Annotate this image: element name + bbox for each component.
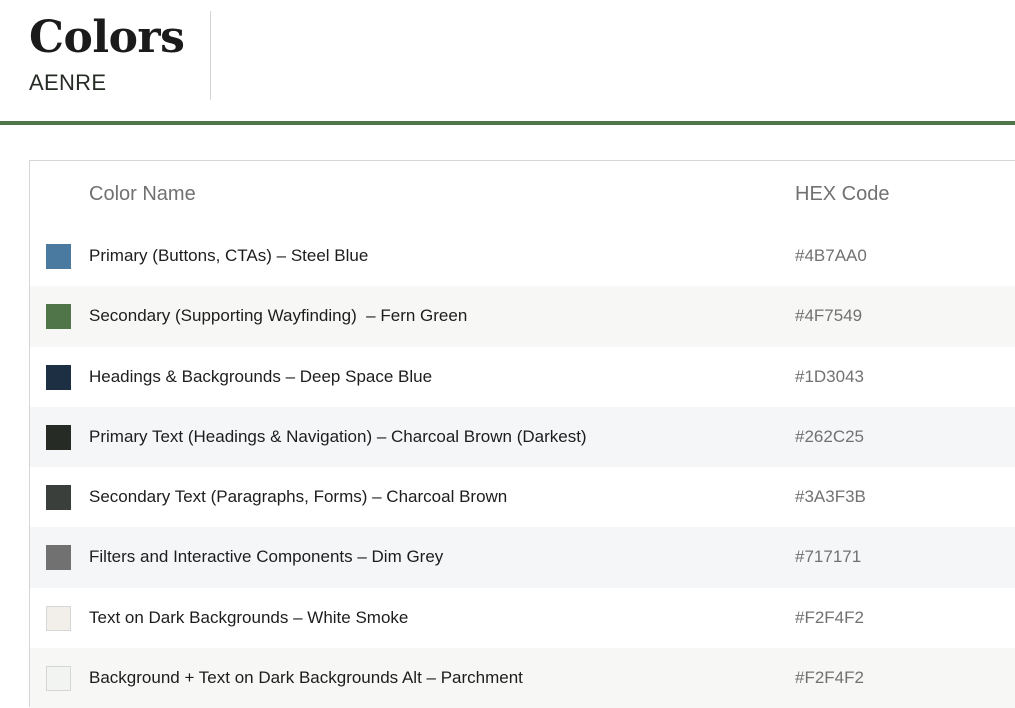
table-row: Headings & Backgrounds – Deep Space Blue… — [30, 347, 1015, 407]
hex-code: #F2F4F2 — [795, 668, 864, 688]
color-name: Background + Text on Dark Backgrounds Al… — [89, 668, 523, 688]
color-swatch — [46, 666, 71, 692]
table-row: Primary (Buttons, CTAs) – Steel Blue #4B… — [30, 226, 1015, 286]
hex-code: #F2F4F2 — [795, 607, 864, 627]
hex-code: #717171 — [795, 547, 862, 567]
hex-code: #4F7549 — [795, 306, 863, 326]
color-swatch — [46, 605, 71, 631]
hex-code: #3A3F3B — [795, 487, 866, 507]
hex-code: #262C25 — [795, 426, 865, 446]
table-row: Secondary Text (Paragraphs, Forms) – Cha… — [30, 467, 1015, 527]
color-name: Primary (Buttons, CTAs) – Steel Blue — [89, 246, 369, 265]
color-name: Primary Text (Headings & Navigation) – C… — [89, 426, 587, 446]
color-swatch — [46, 424, 71, 450]
color-swatch — [46, 244, 71, 269]
hex-code: #1D3043 — [795, 366, 865, 386]
color-name: Headings & Backgrounds – Deep Space Blue — [89, 366, 433, 386]
header-divider — [210, 11, 211, 100]
column-header-hex-code: HEX Code — [795, 183, 890, 205]
color-swatch — [46, 545, 71, 571]
page-header: Colors AENRE — [0, 0, 1015, 121]
table-row: Primary Text (Headings & Navigation) – C… — [30, 406, 1015, 468]
color-name: Text on Dark Backgrounds – White Smoke — [89, 607, 409, 627]
color-name: Secondary Text (Paragraphs, Forms) – Cha… — [89, 487, 508, 507]
table-header: Color Name HEX Code — [30, 161, 1015, 226]
colors-table: Color Name HEX Code Primary (Buttons, CT… — [29, 160, 1015, 708]
color-swatch — [46, 304, 71, 330]
color-swatch — [46, 485, 71, 511]
table-row: Secondary (Supporting Wayfinding) – Fern… — [30, 286, 1015, 347]
table-row: Filters and Interactive Components – Dim… — [30, 527, 1015, 588]
color-name: Secondary (Supporting Wayfinding) – Fern… — [89, 306, 468, 326]
color-name: Filters and Interactive Components – Dim… — [89, 547, 444, 567]
column-header-color-name: Color Name — [89, 183, 196, 205]
accent-rule — [0, 121, 1015, 125]
color-swatch — [46, 364, 71, 390]
page-title: Colors — [29, 12, 185, 63]
table-row: Text on Dark Backgrounds – White Smoke #… — [30, 588, 1015, 648]
table-row: Background + Text on Dark Backgrounds Al… — [30, 648, 1015, 708]
page-subtitle: AENRE — [29, 70, 107, 95]
hex-code: #4B7AA0 — [795, 246, 867, 265]
